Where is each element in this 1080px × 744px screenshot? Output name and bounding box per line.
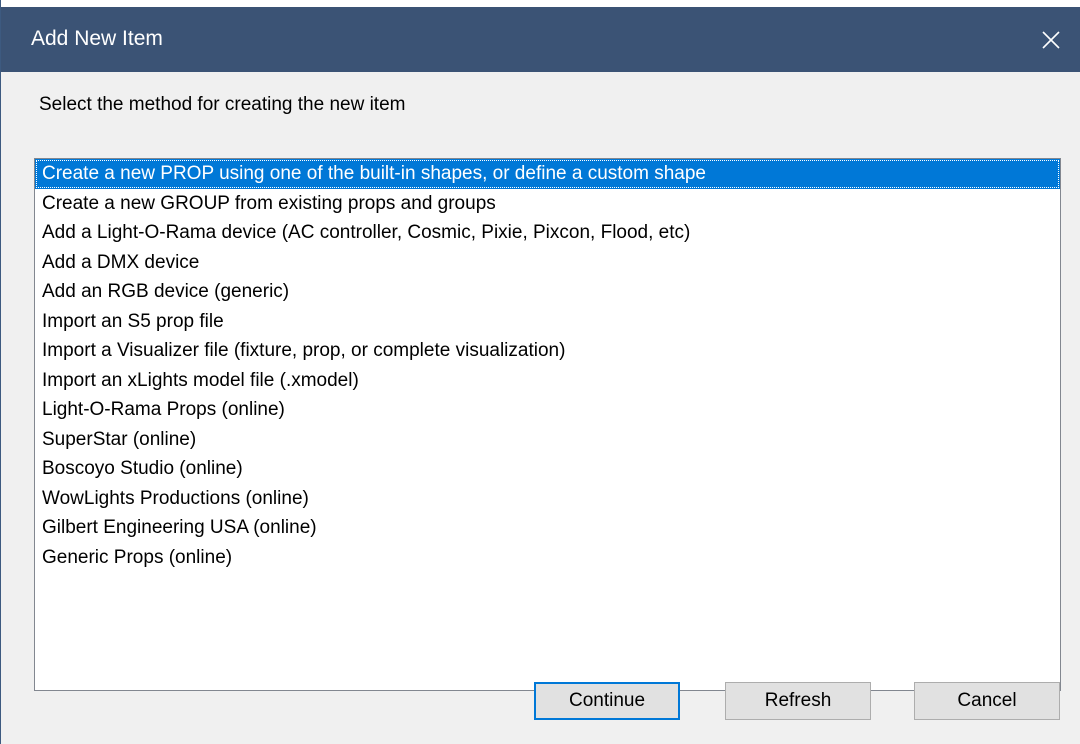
cancel-button[interactable]: Cancel [914,682,1060,720]
continue-button[interactable]: Continue [534,682,680,720]
list-item[interactable]: Light-O-Rama Props (online) [35,395,1060,425]
list-item[interactable]: Import a Visualizer file (fixture, prop,… [35,336,1060,366]
list-item[interactable]: Generic Props (online) [35,543,1060,573]
list-item[interactable]: Import an xLights model file (.xmodel) [35,366,1060,396]
dialog-body: Select the method for creating the new i… [1,72,1080,744]
close-icon [1042,30,1060,49]
list-item[interactable]: Add a DMX device [35,248,1060,278]
instruction-label: Select the method for creating the new i… [39,94,406,115]
list-item[interactable]: Create a new PROP using one of the built… [35,159,1060,189]
refresh-button[interactable]: Refresh [725,682,871,720]
list-item[interactable]: Add an RGB device (generic) [35,277,1060,307]
add-new-item-dialog: Add New Item Select the method for creat… [0,0,1080,744]
list-item[interactable]: Gilbert Engineering USA (online) [35,513,1060,543]
list-item[interactable]: WowLights Productions (online) [35,484,1060,514]
list-item[interactable]: Boscoyo Studio (online) [35,454,1060,484]
list-item[interactable]: Create a new GROUP from existing props a… [35,189,1060,219]
list-item[interactable]: Add a Light-O-Rama device (AC controller… [35,218,1060,248]
method-listbox[interactable]: Create a new PROP using one of the built… [34,158,1061,691]
window-top-edge [1,0,1080,7]
list-item[interactable]: Import an S5 prop file [35,307,1060,337]
title-bar[interactable]: Add New Item [1,7,1080,72]
close-button[interactable] [1021,7,1080,72]
window-title: Add New Item [31,27,163,50]
list-item[interactable]: SuperStar (online) [35,425,1060,455]
